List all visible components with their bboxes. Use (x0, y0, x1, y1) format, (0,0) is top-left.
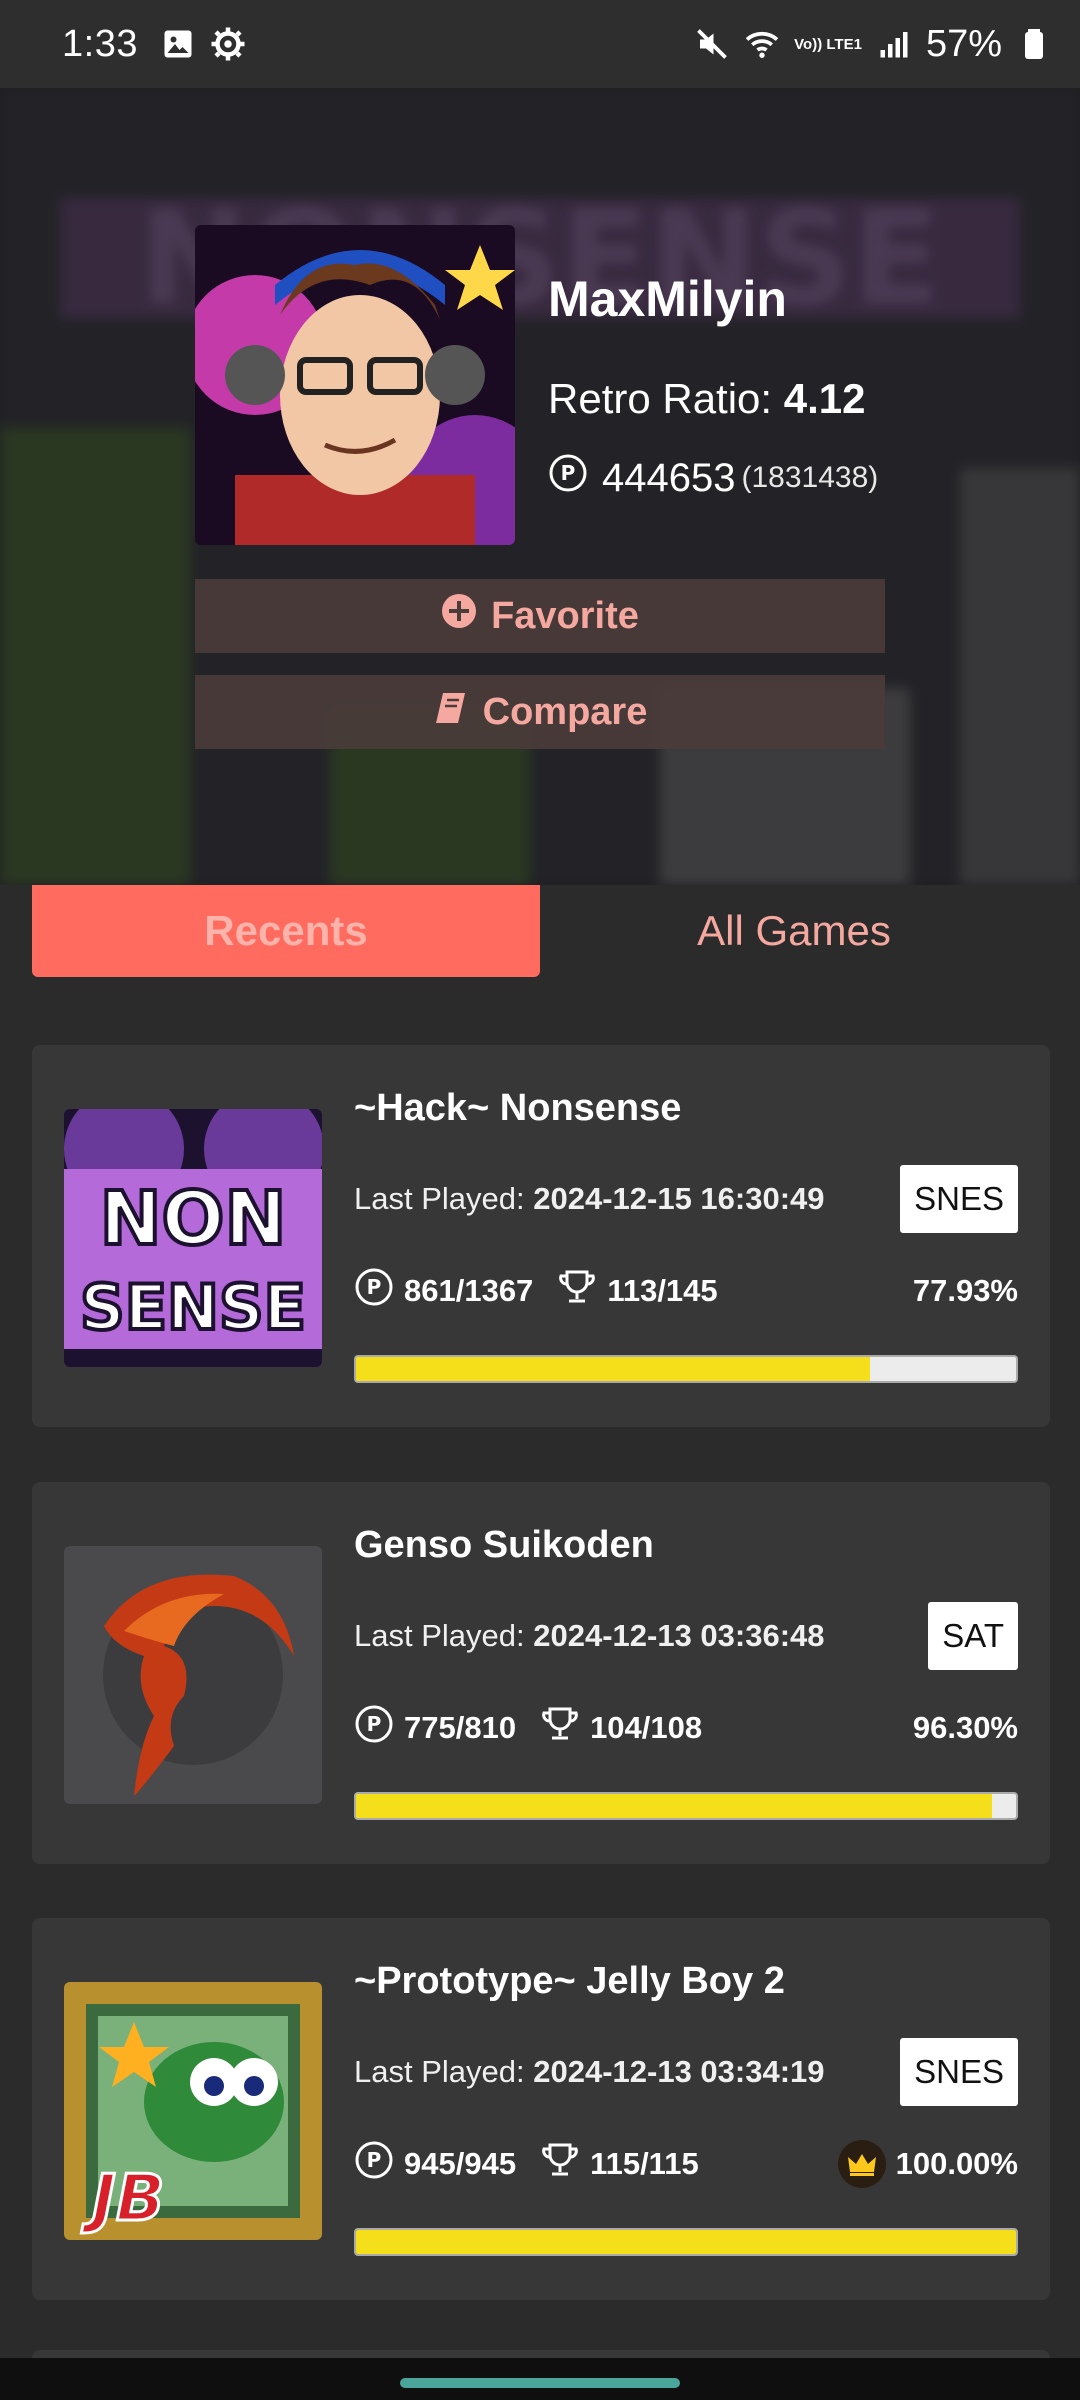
console-badge: SNES (900, 2038, 1018, 2106)
retro-ratio-label: Retro Ratio: (548, 375, 773, 422)
game-title: ~Prototype~ Jelly Boy 2 (354, 1960, 785, 2002)
points-coin-icon: P (354, 2140, 394, 2188)
game-stats: P 861/1367 113/145 77.93% (354, 1267, 1018, 1315)
game-points: 945/945 (404, 2146, 517, 2181)
game-stats: P 945/945 115/115 100.00% (354, 2140, 1018, 2188)
last-played: Last Played: 2024-12-13 03:36:48 (354, 1618, 825, 1653)
mastery-crown-icon (837, 2140, 886, 2188)
game-cover-image (64, 1546, 322, 1804)
svg-text:JB: JB (81, 2162, 165, 2236)
settings-gear-icon (210, 26, 246, 62)
retro-ratio: Retro Ratio: 4.12 (548, 375, 866, 423)
tab-recents[interactable]: Recents (32, 885, 540, 977)
svg-text:P: P (367, 1712, 382, 1736)
last-played: Last Played: 2024-12-15 16:30:49 (354, 1181, 825, 1216)
game-points: 775/810 (404, 1710, 517, 1745)
game-achievements: 104/108 (590, 1710, 703, 1745)
game-cover-image: NON SENSE (64, 1109, 322, 1367)
progress-fill (356, 1357, 871, 1381)
user-points: P 444653 (1831438) (548, 453, 878, 503)
home-gesture-handle[interactable] (400, 2378, 680, 2388)
user-avatar[interactable] (195, 225, 515, 545)
svg-text:P: P (367, 2148, 382, 2172)
points-coin-icon: P (354, 1267, 394, 1315)
battery-percent: 57% (925, 22, 1002, 65)
system-nav-bar (0, 2358, 1080, 2400)
wifi-icon (744, 26, 780, 62)
completion-percent: 96.30% (912, 1710, 1018, 1745)
last-played: Last Played: 2024-12-13 03:34:19 (354, 2054, 825, 2089)
compare-label: Compare (482, 690, 648, 733)
favorite-button[interactable]: Favorite (195, 579, 885, 653)
points-coin-icon: P (548, 453, 588, 503)
game-points: 861/1367 (404, 1273, 534, 1308)
signal-icon (876, 26, 912, 62)
last-played-date: 2024-12-13 03:36:48 (533, 1618, 825, 1653)
points-value: 444653 (602, 455, 736, 500)
svg-text:P: P (367, 1275, 382, 1299)
progress-fill (356, 2230, 1016, 2254)
console-badge: SNES (900, 1165, 1018, 1233)
game-title: ~Hack~ Nonsense (354, 1087, 682, 1129)
completion-percent: 100.00% (895, 2146, 1018, 2181)
svg-text:NON: NON (100, 1176, 287, 1262)
progress-bar (354, 1355, 1018, 1383)
trophy-icon (540, 2140, 580, 2188)
status-time: 1:33 (62, 22, 138, 65)
trophy-icon (540, 1704, 580, 1752)
svg-text:P: P (561, 461, 576, 485)
points-coin-icon: P (354, 1704, 394, 1752)
plus-circle-icon (441, 593, 477, 639)
tab-bar: Recents All Games (0, 885, 1080, 981)
status-bar: 1:33 Vo)) LTE1 57% (0, 0, 1080, 88)
profile-header: NONSENSE MaxMilyin Retro Ratio: 4.12 P 4… (0, 88, 1080, 885)
game-stats: P 775/810 104/108 96.30% (354, 1704, 1018, 1752)
favorite-label: Favorite (491, 594, 639, 637)
username: MaxMilyin (548, 271, 787, 327)
game-achievements: 113/145 (607, 1273, 718, 1308)
progress-fill (356, 1794, 992, 1818)
completion-percent: 77.93% (912, 1273, 1018, 1308)
last-played-date: 2024-12-13 03:34:19 (533, 2054, 825, 2089)
points-total: (1831438) (741, 461, 879, 494)
mute-icon (694, 26, 730, 62)
retro-ratio-value: 4.12 (783, 375, 866, 422)
game-achievements: 115/115 (590, 2146, 699, 2181)
lte-indicator: Vo)) LTE1 (794, 35, 862, 53)
book-icon (433, 689, 469, 735)
progress-bar (354, 2228, 1018, 2256)
trophy-icon (557, 1267, 597, 1315)
last-played-date: 2024-12-15 16:30:49 (533, 1181, 825, 1216)
tab-all-games[interactable]: All Games (540, 885, 1048, 977)
game-card[interactable]: NON SENSE ~Hack~ Nonsense Last Played: 2… (32, 1045, 1050, 1427)
completion: 100.00% (837, 2140, 1018, 2188)
game-cover-image: JB (64, 1982, 322, 2240)
gallery-icon (160, 26, 196, 62)
game-card[interactable]: Genso Suikoden Last Played: 2024-12-13 0… (32, 1482, 1050, 1864)
game-card[interactable]: JB ~Prototype~ Jelly Boy 2 Last Played: … (32, 1918, 1050, 2300)
compare-button[interactable]: Compare (195, 675, 885, 749)
console-badge: SAT (928, 1602, 1018, 1670)
battery-icon (1016, 26, 1052, 62)
svg-text:SENSE: SENSE (80, 1271, 306, 1344)
game-title: Genso Suikoden (354, 1524, 654, 1566)
progress-bar (354, 1792, 1018, 1820)
